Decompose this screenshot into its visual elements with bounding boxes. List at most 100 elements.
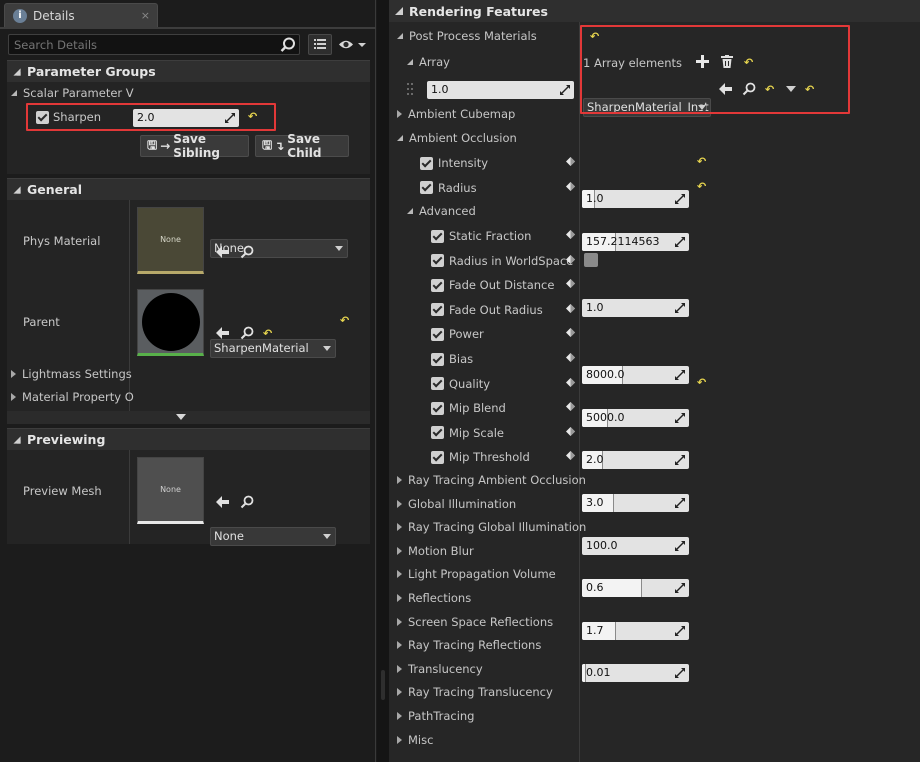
collapsed-category-row[interactable]: Ray Tracing Ambient Occlusion xyxy=(397,473,586,487)
preview-mesh-thumbnail[interactable]: None xyxy=(137,457,204,524)
advanced-expander[interactable] xyxy=(7,411,370,424)
advanced-value-field[interactable]: 1.7 xyxy=(582,621,689,640)
keyframe-diamond-icon[interactable] xyxy=(565,278,576,289)
collapsed-arrow-icon xyxy=(397,688,402,697)
reset-to-default-icon[interactable]: ↶ xyxy=(697,155,706,168)
ambient-occlusion-label: Ambient Occlusion xyxy=(409,131,517,145)
advanced-value-field[interactable]: 2.0 xyxy=(582,451,689,470)
phys-material-thumbnail[interactable]: None xyxy=(137,207,204,274)
close-icon[interactable]: × xyxy=(141,9,150,22)
reset-to-default-icon[interactable]: ↶ xyxy=(340,314,349,327)
keyframe-diamond-icon[interactable] xyxy=(565,377,576,388)
preview-mesh-dropdown[interactable]: None xyxy=(210,527,336,546)
advanced-checkbox[interactable] xyxy=(431,303,444,317)
parameter-groups-header[interactable]: Parameter Groups xyxy=(7,60,370,82)
keyframe-diamond-icon[interactable] xyxy=(565,156,576,167)
advanced-value-field[interactable]: 0.6 xyxy=(582,579,689,598)
array-row[interactable]: Array xyxy=(407,55,450,69)
reset-to-default-icon[interactable]: ↶ xyxy=(697,180,706,193)
keyframe-diamond-icon[interactable] xyxy=(565,303,576,314)
details-tab[interactable]: i Details × xyxy=(4,3,158,27)
advanced-checkbox[interactable] xyxy=(431,229,444,243)
scalar-parameter-group[interactable]: Scalar Parameter V xyxy=(11,86,134,100)
browse-search-icon[interactable] xyxy=(240,326,254,340)
save-child-button[interactable]: 🖫 ↴ Save Child xyxy=(255,132,349,160)
advanced-checkbox[interactable] xyxy=(431,401,444,415)
category-label: Global Illumination xyxy=(408,496,517,511)
panel-splitter[interactable] xyxy=(377,0,389,762)
dropdown-arrow-icon xyxy=(323,534,331,539)
arrow-down-right-icon: ↴ xyxy=(274,139,285,153)
keyframe-diamond-icon[interactable] xyxy=(565,426,576,437)
category-label: PathTracing xyxy=(408,709,475,723)
collapsed-category-row[interactable]: Ray Tracing Translucency xyxy=(397,685,553,699)
advanced-label: Static Fraction xyxy=(449,229,532,243)
collapsed-category-row[interactable]: Screen Space Reflections xyxy=(397,615,553,629)
advanced-checkbox[interactable] xyxy=(431,327,444,341)
rendering-features-header[interactable]: Rendering Features xyxy=(389,0,920,22)
info-icon: i xyxy=(13,8,27,23)
advanced-value-field[interactable]: 0.01 xyxy=(582,664,689,683)
visibility-filter-button[interactable] xyxy=(336,34,370,55)
advanced-value-field[interactable]: 100.0 xyxy=(582,536,689,555)
keyframe-diamond-icon[interactable] xyxy=(565,181,576,192)
use-selected-arrow-icon[interactable] xyxy=(215,245,231,259)
ambient-cubemap-row[interactable]: Ambient Cubemap xyxy=(397,108,515,120)
use-selected-arrow-icon[interactable] xyxy=(215,326,231,340)
browse-search-icon[interactable] xyxy=(240,495,254,509)
ambient-occlusion-row[interactable]: Ambient Occlusion xyxy=(397,131,517,145)
view-options-button[interactable] xyxy=(308,34,332,55)
use-selected-arrow-icon[interactable] xyxy=(215,495,231,509)
keyframe-diamond-icon[interactable] xyxy=(565,229,576,240)
advanced-checkbox[interactable] xyxy=(431,377,444,391)
collapsed-category-row[interactable]: Ray Tracing Global Illumination xyxy=(397,520,586,534)
advanced-checkbox[interactable] xyxy=(431,278,444,292)
collapsed-category-row[interactable]: Misc xyxy=(397,733,433,747)
parent-material-thumbnail[interactable] xyxy=(137,289,204,356)
advanced-value-field[interactable]: 3.0 xyxy=(582,494,689,512)
reset-to-default-icon[interactable]: ↶ xyxy=(697,376,706,389)
save-sibling-button[interactable]: 🖫 → Save Sibling xyxy=(140,132,249,160)
splitter-handle[interactable] xyxy=(381,670,385,700)
advanced-checkbox[interactable] xyxy=(431,352,444,366)
collapsed-category-row[interactable]: Motion Blur xyxy=(397,544,474,558)
material-property-row[interactable]: Material Property O xyxy=(11,390,134,404)
ao-value-field[interactable]: 1.0 xyxy=(582,190,689,208)
collapsed-category-row[interactable]: Reflections xyxy=(397,591,471,605)
advanced-value-field[interactable]: 1.0 xyxy=(582,299,689,317)
collapsed-category-row[interactable]: PathTracing xyxy=(397,709,474,723)
ambient-cubemap-label: Ambient Cubemap xyxy=(408,108,516,120)
advanced-value-field[interactable]: 5000.0 xyxy=(582,408,689,427)
keyframe-diamond-icon[interactable] xyxy=(565,352,576,363)
parent-dropdown[interactable]: SharpenMaterial xyxy=(210,339,336,358)
search-icon[interactable] xyxy=(280,37,296,53)
browse-search-icon[interactable] xyxy=(240,245,254,259)
previewing-header[interactable]: Previewing xyxy=(7,428,370,450)
advanced-value-checkbox[interactable] xyxy=(584,252,598,267)
collapsed-category-row[interactable]: Light Propagation Volume xyxy=(397,567,556,581)
advanced-row[interactable]: Advanced xyxy=(407,204,476,218)
reset-to-default-icon[interactable]: ↶ xyxy=(263,327,272,340)
advanced-value-field[interactable]: 8000.0 xyxy=(582,366,689,385)
keyframe-diamond-icon[interactable] xyxy=(565,327,576,338)
ao-label: Intensity xyxy=(438,156,489,170)
ao-value-field[interactable]: 157.2114563 xyxy=(582,232,689,251)
search-input[interactable] xyxy=(8,34,300,55)
collapsed-category-row[interactable]: Global Illumination xyxy=(397,497,516,511)
post-process-materials-row[interactable]: Post Process Materials xyxy=(397,29,537,43)
keyframe-diamond-icon[interactable] xyxy=(565,450,576,461)
drag-handle-icon[interactable] xyxy=(407,83,413,95)
advanced-checkbox[interactable] xyxy=(431,426,444,440)
ao-checkbox[interactable] xyxy=(420,156,433,170)
general-header[interactable]: General xyxy=(7,178,370,200)
ao-checkbox[interactable] xyxy=(420,181,433,195)
collapsed-category-row[interactable]: Translucency xyxy=(397,662,483,676)
collapsed-category-row[interactable]: Ray Tracing Reflections xyxy=(397,638,541,652)
keyframe-diamond-icon[interactable] xyxy=(565,401,576,412)
advanced-checkbox[interactable] xyxy=(431,254,444,268)
array-weight-field[interactable]: 1.0 xyxy=(427,81,574,99)
keyframe-diamond-icon[interactable] xyxy=(565,254,576,265)
highlight-box xyxy=(26,103,276,131)
lightmass-settings-row[interactable]: Lightmass Settings xyxy=(11,367,132,381)
advanced-checkbox[interactable] xyxy=(431,450,444,464)
